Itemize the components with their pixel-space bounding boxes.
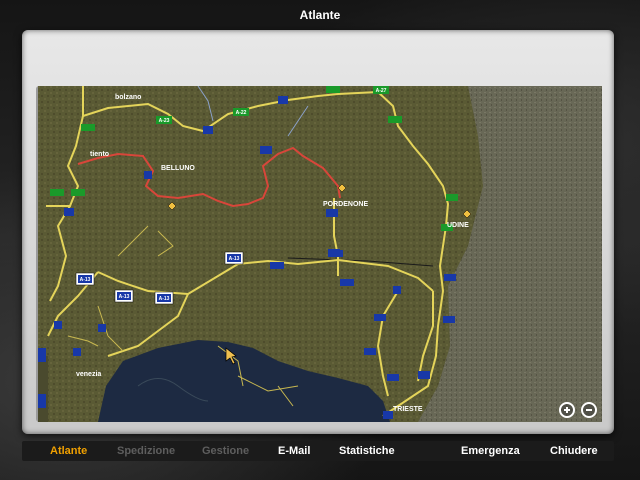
- left-edge-strip: [38, 356, 48, 422]
- shield-a13-upper: A-13: [229, 256, 240, 262]
- title-bar: Atlante: [0, 0, 640, 30]
- nav-gestione[interactable]: Gestione: [202, 441, 249, 461]
- window-title: Atlante: [299, 8, 341, 22]
- shield-a27: A-27: [376, 88, 387, 94]
- city-belluno: BELLUNO: [161, 165, 195, 172]
- city-pordenone: PORDENONE: [323, 201, 368, 208]
- shield-a22: A-22: [236, 110, 247, 116]
- bottom-nav: Atlante Spedizione Gestione E-Mail Stati…: [22, 441, 614, 461]
- city-trento: tiento: [90, 151, 109, 158]
- zoom-out-icon[interactable]: [581, 402, 597, 418]
- map-view[interactable]: A-13 A-13 A-13 A-13 A-22 A-23 A-27 bolza…: [38, 86, 602, 422]
- nav-emergenza[interactable]: Emergenza: [461, 441, 520, 461]
- nav-spedizione[interactable]: Spedizione: [117, 441, 175, 461]
- shield-a13-left: A-13: [80, 277, 91, 283]
- shield-a13-mid: A-13: [119, 294, 130, 300]
- city-bolzano: bolzano: [115, 94, 141, 101]
- city-venezia: venezia: [76, 371, 101, 378]
- nav-email[interactable]: E-Mail: [278, 441, 310, 461]
- nav-atlante[interactable]: Atlante: [50, 441, 87, 461]
- map-canvas[interactable]: A-13 A-13 A-13 A-13 A-22 A-23 A-27 bolza…: [38, 86, 602, 422]
- nav-chiudere[interactable]: Chiudere: [550, 441, 598, 461]
- shield-a13-right: A-13: [159, 296, 170, 302]
- nav-statistiche[interactable]: Statistiche: [339, 441, 395, 461]
- zoom-in-icon[interactable]: [559, 402, 575, 418]
- city-udine: UDINE: [447, 222, 469, 229]
- city-trieste: TRIESTE: [393, 406, 423, 413]
- shield-a23: A-23: [159, 118, 170, 124]
